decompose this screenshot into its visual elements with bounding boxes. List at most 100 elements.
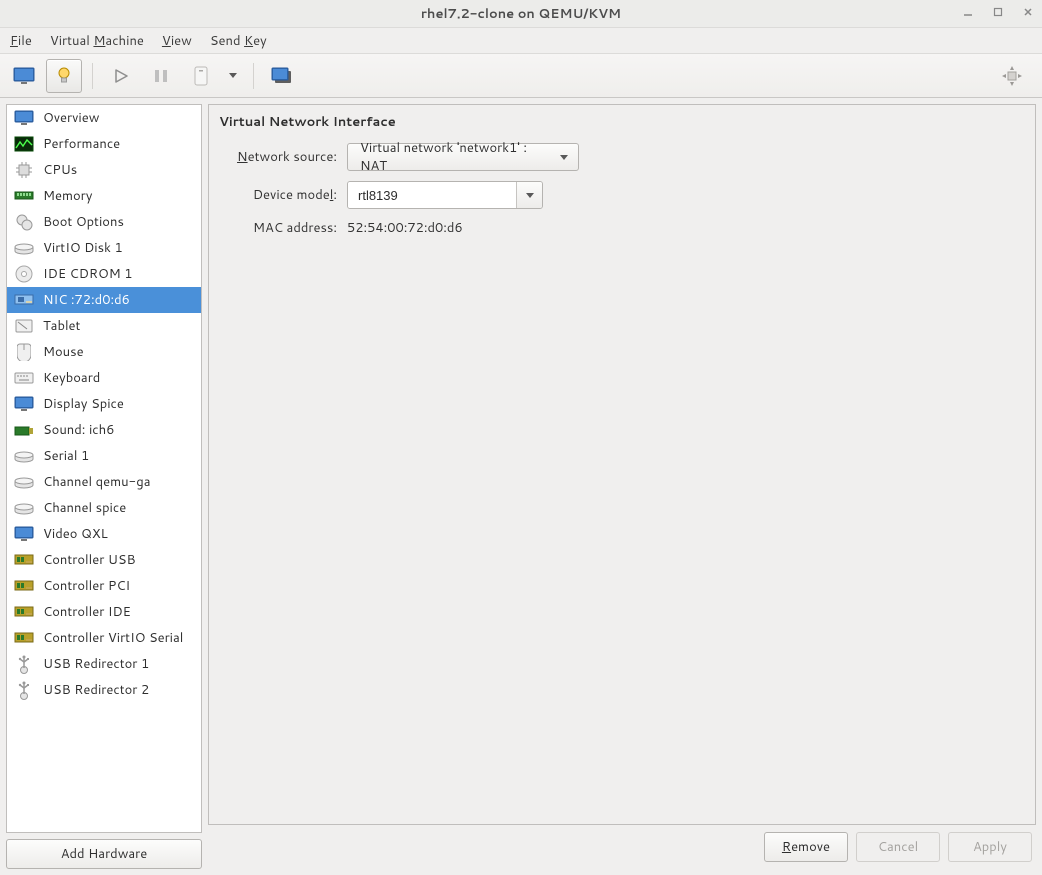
- remove-button[interactable]: Remove: [764, 832, 848, 862]
- chevron-down-icon: [560, 155, 568, 160]
- shutdown-button[interactable]: [183, 59, 219, 93]
- add-hardware-label: Add Hardware: [61, 845, 148, 863]
- device-row-label: Tablet: [43, 317, 80, 335]
- device-row-4[interactable]: Boot Options: [7, 209, 201, 235]
- device-row-label: Mouse: [43, 343, 84, 361]
- menu-sendkey[interactable]: Send Key: [208, 30, 269, 52]
- toolbar: [0, 54, 1042, 98]
- cancel-button: Cancel: [856, 832, 940, 862]
- mem-icon: [13, 187, 35, 205]
- device-row-18[interactable]: Controller PCI: [7, 573, 201, 599]
- device-row-0[interactable]: Overview: [7, 105, 201, 131]
- network-source-row: Network source: Virtual network 'network…: [219, 141, 1025, 173]
- mac-address-value: 52:54:00:72:d0:d6: [347, 219, 463, 237]
- snapshots-button[interactable]: [264, 59, 300, 93]
- controller-icon: [13, 577, 35, 595]
- usb-icon: [13, 681, 35, 699]
- device-row-17[interactable]: Controller USB: [7, 547, 201, 573]
- mac-row: MAC address: 52:54:00:72:d0:d6: [219, 217, 1025, 239]
- details-panel: Virtual Network Interface Network source…: [208, 104, 1036, 825]
- serial-icon: [13, 447, 35, 465]
- console-view-button[interactable]: [6, 59, 42, 93]
- device-row-22[interactable]: USB Redirector 2: [7, 677, 201, 703]
- minimize-icon[interactable]: [962, 6, 974, 18]
- chevron-down-icon: [526, 193, 534, 198]
- device-row-9[interactable]: Mouse: [7, 339, 201, 365]
- display-icon: [13, 395, 35, 413]
- nic-icon: [13, 291, 35, 309]
- device-row-label: Boot Options: [43, 213, 124, 231]
- device-model-input[interactable]: [348, 182, 516, 208]
- tablet-icon: [13, 317, 35, 335]
- device-row-3[interactable]: Memory: [7, 183, 201, 209]
- close-icon[interactable]: [1022, 6, 1034, 18]
- disk-icon: [13, 239, 35, 257]
- device-row-label: Serial 1: [43, 447, 89, 465]
- toolbar-separator-2: [253, 63, 254, 89]
- toolbar-separator-1: [92, 63, 93, 89]
- menu-vm[interactable]: Virtual Machine: [48, 30, 146, 52]
- controller-icon: [13, 629, 35, 647]
- device-row-21[interactable]: USB Redirector 1: [7, 651, 201, 677]
- fullscreen-button[interactable]: [994, 59, 1030, 93]
- section-title: Virtual Network Interface: [219, 113, 1025, 131]
- device-model-dropdown-button[interactable]: [516, 182, 542, 208]
- device-row-label: Controller USB: [43, 551, 136, 569]
- menubar: File Virtual Machine View Send Key: [0, 28, 1042, 54]
- device-row-6[interactable]: IDE CDROM 1: [7, 261, 201, 287]
- usb-icon: [13, 655, 35, 673]
- shutdown-menu-button[interactable]: [223, 73, 243, 78]
- device-row-label: Channel qemu-ga: [43, 473, 151, 491]
- maximize-icon[interactable]: [992, 6, 1004, 18]
- device-model-combo[interactable]: [347, 181, 543, 209]
- window-title: rhel7.2-clone on QEMU/KVM: [421, 5, 621, 23]
- keyboard-icon: [13, 369, 35, 387]
- device-list[interactable]: Overview Performance CPUs Memory Boot Option…: [6, 104, 202, 833]
- device-row-13[interactable]: Serial 1: [7, 443, 201, 469]
- mouse-icon: [13, 343, 35, 361]
- device-row-7[interactable]: NIC :72:d0:d6: [7, 287, 201, 313]
- apply-button: Apply: [948, 832, 1032, 862]
- details-view-button[interactable]: [46, 59, 82, 93]
- device-row-8[interactable]: Tablet: [7, 313, 201, 339]
- device-row-label: Controller IDE: [43, 603, 131, 621]
- device-row-16[interactable]: Video QXL: [7, 521, 201, 547]
- pause-button[interactable]: [143, 59, 179, 93]
- menu-view[interactable]: View: [160, 30, 194, 52]
- device-row-label: Keyboard: [43, 369, 100, 387]
- device-row-label: USB Redirector 1: [43, 655, 149, 673]
- mac-label: MAC address:: [219, 219, 337, 237]
- menu-file[interactable]: File: [8, 30, 34, 52]
- device-row-11[interactable]: Display Spice: [7, 391, 201, 417]
- video-icon: [13, 525, 35, 543]
- device-row-10[interactable]: Keyboard: [7, 365, 201, 391]
- device-row-14[interactable]: Channel qemu-ga: [7, 469, 201, 495]
- sound-icon: [13, 421, 35, 439]
- device-row-19[interactable]: Controller IDE: [7, 599, 201, 625]
- right-pane: Virtual Network Interface Network source…: [208, 104, 1036, 869]
- button-bar: Remove Cancel Apply: [208, 825, 1036, 869]
- add-hardware-button[interactable]: Add Hardware: [6, 839, 202, 869]
- device-row-label: NIC :72:d0:d6: [43, 291, 130, 309]
- network-source-combo[interactable]: Virtual network 'network1' : NAT: [347, 143, 579, 171]
- controller-icon: [13, 551, 35, 569]
- network-source-value: Virtual network 'network1' : NAT: [360, 139, 550, 175]
- device-row-label: Video QXL: [43, 525, 108, 543]
- app-window: rhel7.2-clone on QEMU/KVM File Virtual M…: [0, 0, 1042, 875]
- device-row-2[interactable]: CPUs: [7, 157, 201, 183]
- device-row-label: CPUs: [43, 161, 77, 179]
- device-row-15[interactable]: Channel spice: [7, 495, 201, 521]
- device-row-label: Memory: [43, 187, 92, 205]
- device-row-5[interactable]: VirtIO Disk 1: [7, 235, 201, 261]
- device-row-12[interactable]: Sound: ich6: [7, 417, 201, 443]
- device-row-label: Channel spice: [43, 499, 126, 517]
- chevron-down-icon: [229, 73, 237, 78]
- left-column: Overview Performance CPUs Memory Boot Option…: [6, 104, 202, 869]
- device-row-label: Controller VirtIO Serial: [43, 629, 183, 647]
- device-row-1[interactable]: Performance: [7, 131, 201, 157]
- device-row-label: Sound: ich6: [43, 421, 114, 439]
- device-row-20[interactable]: Controller VirtIO Serial: [7, 625, 201, 651]
- monitor-icon: [13, 109, 35, 127]
- run-button[interactable]: [103, 59, 139, 93]
- device-row-label: Performance: [43, 135, 120, 153]
